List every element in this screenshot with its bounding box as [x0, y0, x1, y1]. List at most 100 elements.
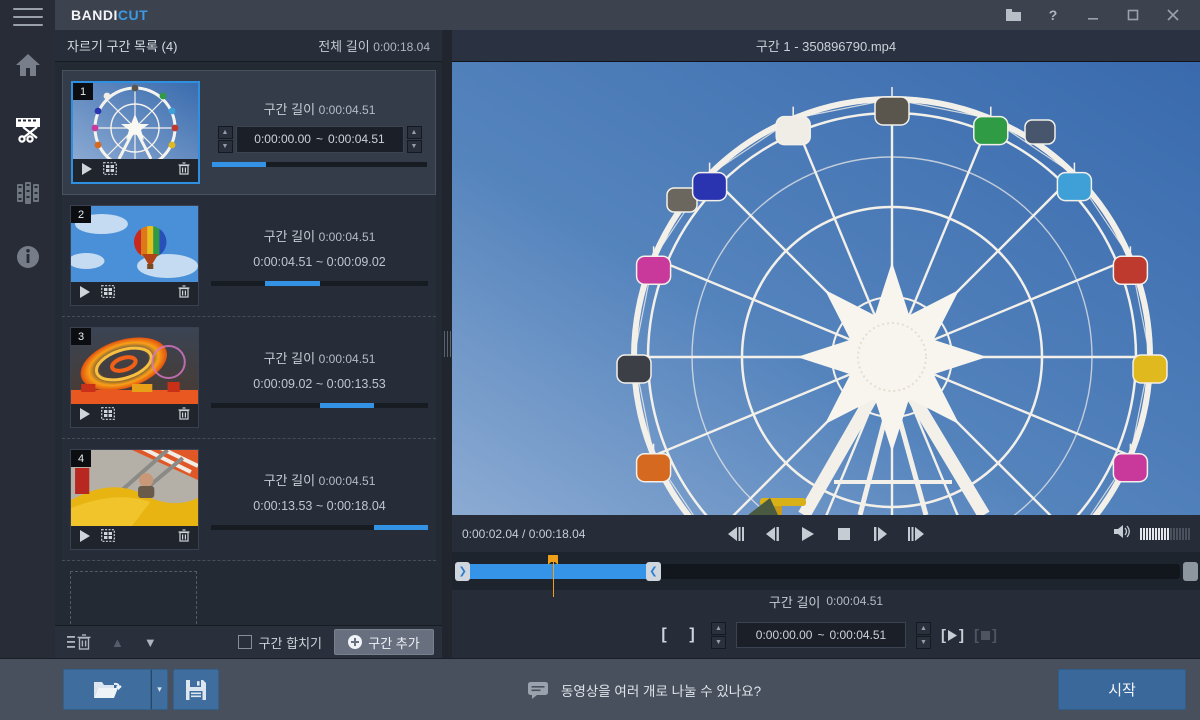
open-folder-icon: [92, 678, 122, 702]
move-up-icon[interactable]: ▲: [111, 635, 124, 650]
minimize-button[interactable]: [1080, 5, 1106, 25]
merge-checkbox[interactable]: [238, 635, 252, 649]
thumb-play-icon[interactable]: [81, 162, 103, 180]
segment-number-badge: 1: [73, 83, 93, 100]
set-end-button[interactable]: ]: [683, 626, 701, 644]
join-tab-icon[interactable]: [13, 178, 43, 208]
thumb-frames-icon[interactable]: [101, 529, 141, 547]
segment-range: 0:00:09.02 ~ 0:00:13.53: [253, 377, 385, 391]
timeline-right-handle[interactable]: [1183, 562, 1198, 581]
stop-icon[interactable]: [834, 524, 854, 544]
current-range-field[interactable]: 0:00:00.00~0:00:04.51: [736, 622, 906, 648]
set-start-button[interactable]: [: [655, 626, 673, 644]
segment-range: 0:00:04.51 ~ 0:00:09.02: [253, 255, 385, 269]
tip-text: 동영상을 여러 개로 나눌 수 있나요?: [561, 680, 761, 700]
tip[interactable]: 동영상을 여러 개로 나눌 수 있나요?: [527, 659, 761, 720]
segment-item-2[interactable]: 2: [62, 195, 436, 317]
merge-checkbox-group[interactable]: 구간 합치기: [238, 633, 322, 652]
save-button[interactable]: [173, 669, 219, 710]
home-icon[interactable]: [13, 50, 43, 80]
segment-1-thumbnail[interactable]: 1: [71, 81, 200, 184]
step-back-icon[interactable]: [762, 524, 782, 544]
start-time-stepper[interactable]: ▲▼: [711, 622, 726, 649]
segment-list: 1: [55, 62, 442, 625]
timeline-selection[interactable]: ❯ ❮: [462, 564, 653, 579]
ferris-wheel-video-frame: [452, 62, 1200, 515]
sidebar: ⚙: [0, 0, 55, 720]
volume-slider[interactable]: [1140, 528, 1190, 540]
list-toolbar: ▲ ▼ 구간 합치기 구간 추가: [55, 625, 442, 658]
open-dropdown-button[interactable]: ▾: [151, 669, 168, 710]
maximize-button[interactable]: [1120, 5, 1146, 25]
segment-item-3[interactable]: 3: [62, 317, 436, 439]
thumb-play-icon[interactable]: [79, 407, 101, 425]
timeline-row: ❯ ❮: [452, 552, 1200, 590]
segment-length: 구간 길이 0:00:04.51: [264, 470, 376, 489]
close-button[interactable]: [1160, 5, 1186, 25]
speaker-icon[interactable]: [1114, 524, 1132, 544]
open-file-button[interactable]: [63, 669, 151, 710]
open-file-icon[interactable]: [1000, 5, 1026, 25]
thumb-play-icon[interactable]: [79, 529, 101, 547]
video-title: 구간 1 - 350896790.mp4: [452, 30, 1200, 62]
play-segment-button[interactable]: [ ]: [941, 627, 964, 644]
thumb-frames-icon[interactable]: [103, 162, 143, 180]
segment-number-badge: 2: [71, 206, 91, 223]
start-button[interactable]: 시작: [1058, 669, 1186, 710]
playback-position: 0:00:02.04 / 0:00:18.04: [462, 527, 647, 541]
segment-length: 구간 길이 0:00:04.51: [264, 99, 376, 118]
end-time-stepper[interactable]: ▲▼: [407, 126, 422, 153]
segment-range-field[interactable]: 0:00:00.00~0:00:04.51: [236, 126, 404, 153]
segment-range: 0:00:13.53 ~ 0:00:18.04: [253, 499, 385, 513]
start-time-stepper[interactable]: ▲▼: [218, 126, 233, 153]
titlebar: BANDICUT ?: [55, 0, 1200, 30]
bottom-bar: ▾ 동영상을 여러 개로 나눌 수 있나요? 시작: [0, 658, 1200, 720]
selection-end-handle[interactable]: ❮: [646, 562, 661, 581]
save-disk-icon: [185, 679, 207, 701]
segment-item-4[interactable]: 4: [62, 439, 436, 561]
step-forward-icon[interactable]: [870, 524, 890, 544]
segment-length: 구간 길이 0:00:04.51: [264, 348, 376, 367]
seek-start-icon[interactable]: [726, 524, 746, 544]
stop-segment-button[interactable]: [ ]: [974, 627, 997, 644]
total-length: 전체 길이 0:00:18.04: [318, 36, 430, 55]
segment-length: 구간 길이 0:00:04.51: [264, 226, 376, 245]
segment-number-badge: 4: [71, 450, 91, 467]
player-panel: 구간 1 - 350896790.mp4: [452, 30, 1200, 658]
thumb-frames-icon[interactable]: [101, 407, 141, 425]
segment-item-1[interactable]: 1: [62, 70, 436, 195]
cut-list-panel: 자르기 구간 목록 (4) 전체 길이 0:00:18.04 1: [55, 30, 442, 658]
clear-list-icon[interactable]: [67, 634, 91, 651]
segment-position-bar: [211, 525, 428, 530]
play-icon[interactable]: [798, 524, 818, 544]
menu-icon[interactable]: [13, 8, 43, 26]
segment-3-thumbnail[interactable]: 3: [70, 327, 199, 428]
plus-circle-icon: [348, 635, 362, 649]
timeline-track[interactable]: ❯ ❮: [460, 564, 1180, 579]
segment-position-bar: [211, 403, 428, 408]
seek-end-icon[interactable]: [906, 524, 926, 544]
segment-4-thumbnail[interactable]: 4: [70, 449, 199, 550]
thumb-play-icon[interactable]: [79, 285, 101, 303]
app-logo: BANDICUT: [71, 7, 148, 23]
segment-position-bar: [212, 162, 427, 167]
help-button[interactable]: ?: [1040, 5, 1066, 25]
thumb-frames-icon[interactable]: [101, 285, 141, 303]
cut-list-title: 자르기 구간 목록 (4): [67, 36, 177, 55]
segment-2-thumbnail[interactable]: 2: [70, 205, 199, 306]
thumb-delete-icon[interactable]: [178, 407, 190, 425]
thumb-delete-icon[interactable]: [178, 285, 190, 303]
info-icon[interactable]: [13, 242, 43, 272]
panel-resizer[interactable]: [442, 30, 452, 658]
merge-label: 구간 합치기: [259, 633, 322, 652]
selection-start-handle[interactable]: ❯: [455, 562, 470, 581]
cut-tab-icon[interactable]: [13, 114, 43, 144]
current-segment-length: 구간 길이 0:00:04.51: [452, 590, 1200, 612]
segment-position-bar: [211, 281, 428, 286]
thumb-delete-icon[interactable]: [178, 529, 190, 547]
end-time-stepper[interactable]: ▲▼: [916, 622, 931, 649]
thumb-delete-icon[interactable]: [178, 162, 190, 180]
move-down-icon[interactable]: ▼: [144, 635, 157, 650]
add-segment-button[interactable]: 구간 추가: [334, 629, 434, 655]
video-preview[interactable]: [452, 62, 1200, 515]
